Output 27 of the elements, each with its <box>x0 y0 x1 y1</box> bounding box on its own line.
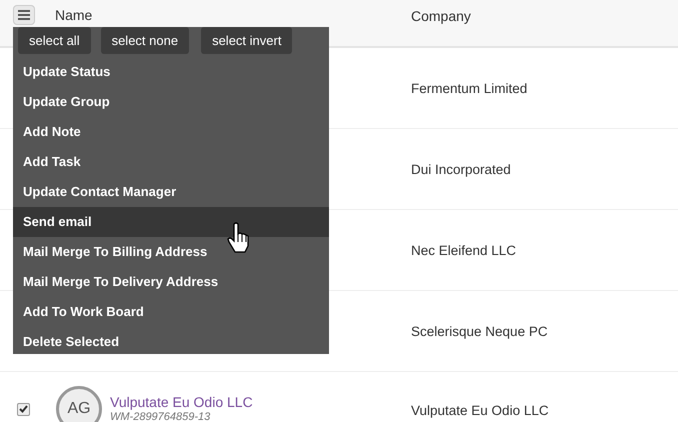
company-cell: Dui Incorporated <box>411 162 511 176</box>
menu-button[interactable] <box>13 5 35 25</box>
contact-code: WM-2899764859-13 <box>110 411 212 422</box>
select-button[interactable]: select none <box>100 27 190 54</box>
menu-icon <box>18 10 30 20</box>
avatar: AG <box>56 386 102 422</box>
company-cell: Fermentum Limited <box>411 80 528 96</box>
column-header: Company <box>411 8 471 24</box>
company-cell: Scelerisque Neque PC <box>411 324 548 338</box>
menu-item[interactable]: Update Group <box>13 87 329 117</box>
menu-item[interactable]: Delete Selected <box>13 327 329 357</box>
column-header: Name <box>55 7 92 23</box>
row-checkbox[interactable] <box>17 402 30 416</box>
menu-item[interactable]: Send email <box>13 207 329 237</box>
menu-item[interactable]: Mail Merge To Billing Address <box>13 237 329 267</box>
select-button[interactable]: select all <box>18 27 91 54</box>
select-button[interactable]: select invert <box>201 27 292 54</box>
hand-cursor-icon <box>227 222 251 254</box>
menu-item[interactable]: Add Note <box>13 117 329 147</box>
menu-item[interactable]: Mail Merge To Delivery Address <box>13 267 329 297</box>
contact-name-link[interactable]: Vulputate Eu Odio LLC <box>110 394 253 411</box>
menu-item[interactable]: Update Contact Manager <box>13 177 329 207</box>
menu-item[interactable]: Add Task <box>13 147 329 177</box>
menu-item[interactable]: Add To Work Board <box>13 297 329 327</box>
menu-item[interactable]: Update Status <box>13 57 329 87</box>
company-cell: Vulputate Eu Odio LLC <box>411 403 549 418</box>
company-cell: Nec Eleifend LLC <box>411 242 516 258</box>
